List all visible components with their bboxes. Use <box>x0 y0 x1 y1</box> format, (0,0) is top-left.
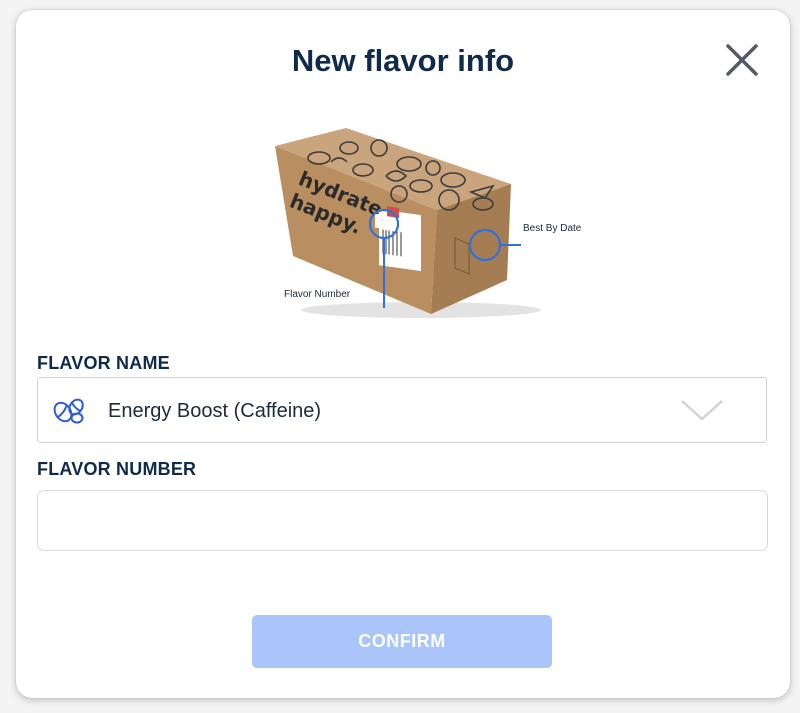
close-button[interactable] <box>722 40 762 80</box>
coffee-beans-icon <box>52 395 86 425</box>
flavor-number-label: FLAVOR NUMBER <box>37 459 197 479</box>
new-flavor-modal: New flavor info hydrate happy. Flavor Nu… <box>16 10 790 698</box>
callout-flavor-number: Flavor Number <box>284 289 351 300</box>
callout-best-by-date: Best By Date <box>523 223 582 234</box>
chevron-down-icon <box>680 398 724 422</box>
flavor-name-value: Energy Boost (Caffeine) <box>108 400 322 422</box>
confirm-button[interactable]: CONFIRM <box>252 615 552 668</box>
modal-title: New flavor info <box>291 43 515 78</box>
close-icon <box>726 44 758 76</box>
flavor-number-input[interactable] <box>37 490 768 551</box>
flavor-name-label: FLAVOR NAME <box>37 353 170 373</box>
flavor-name-select[interactable]: Energy Boost (Caffeine) <box>37 377 767 443</box>
